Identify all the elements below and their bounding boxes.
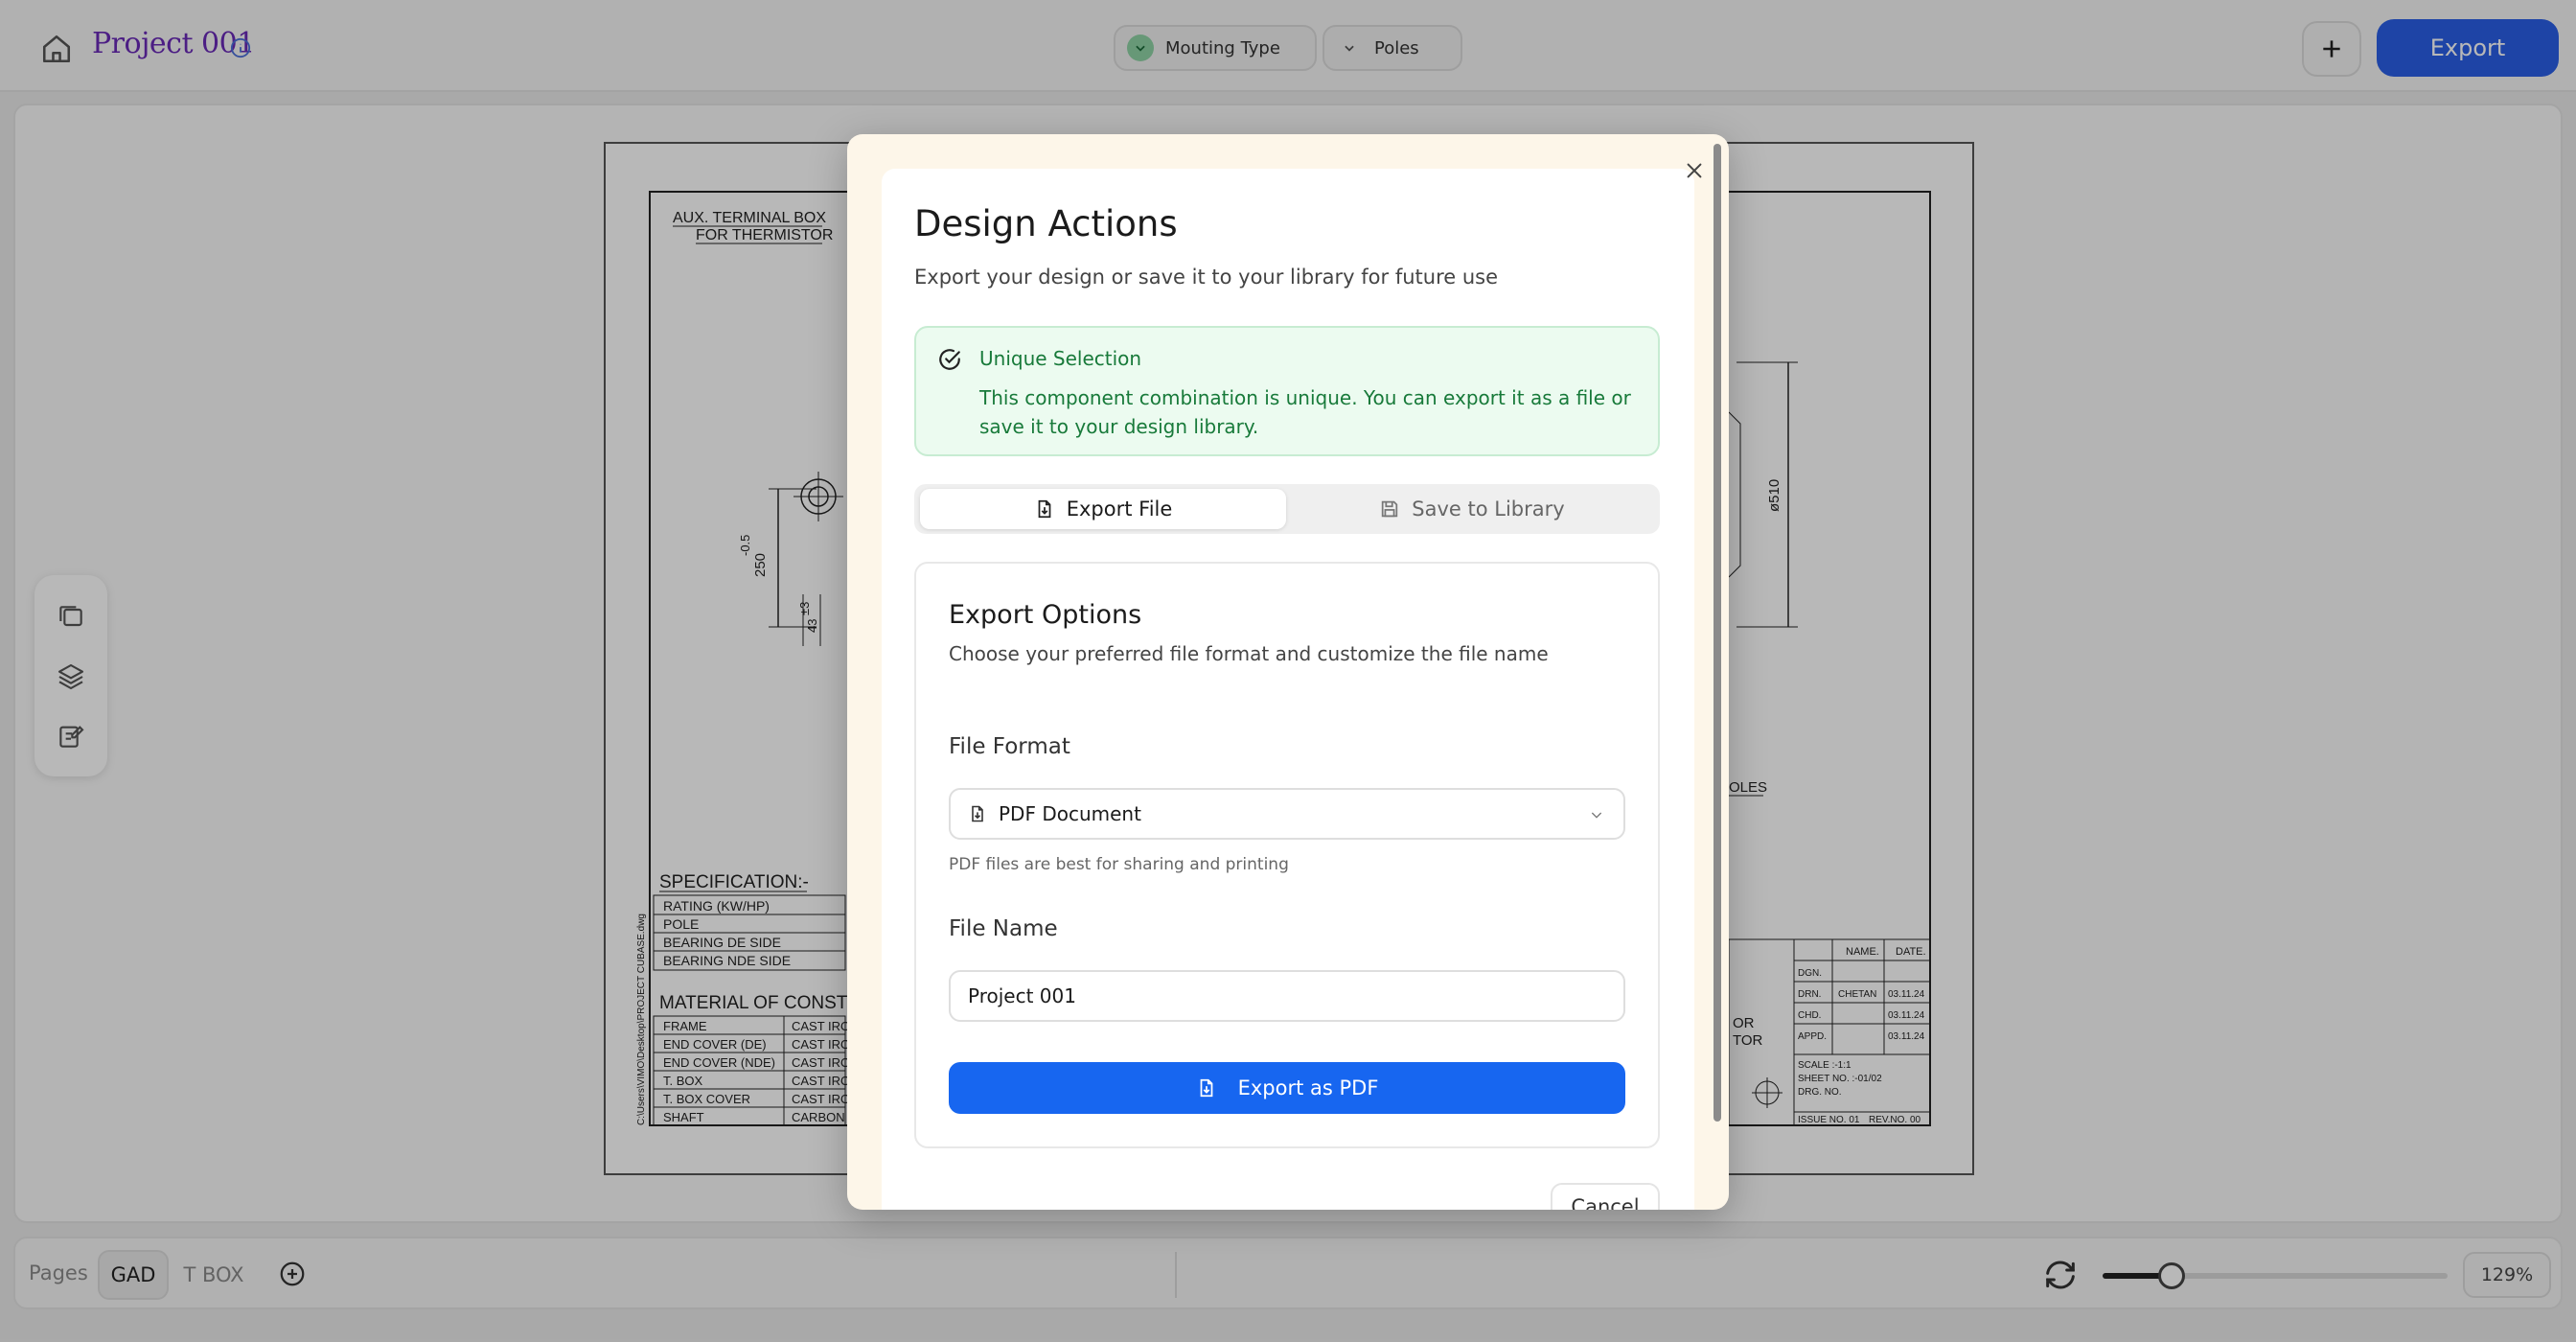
modal-subtitle: Export your design or save it to your li… — [914, 266, 1499, 289]
modal-scrollbar[interactable] — [1714, 144, 1721, 1122]
design-actions-modal: Design Actions Export your design or sav… — [847, 134, 1729, 1210]
modal-title: Design Actions — [914, 203, 1178, 244]
file-format-value: PDF Document — [999, 802, 1141, 825]
save-icon — [1382, 500, 1398, 518]
tab-export-file[interactable]: Export File — [920, 489, 1286, 529]
unique-selection-alert: Unique Selection This component combinat… — [914, 326, 1660, 456]
file-format-hint: PDF files are best for sharing and print… — [949, 855, 1289, 874]
file-icon — [972, 805, 983, 822]
check-circle-icon — [937, 347, 962, 372]
export-options-card: Export Options Choose your preferred fil… — [914, 562, 1660, 1148]
file-name-input[interactable]: Project 001 — [949, 970, 1625, 1022]
export-options-subtitle: Choose your preferred file format and cu… — [949, 642, 1549, 665]
export-as-pdf-button[interactable]: Export as PDF — [949, 1062, 1625, 1114]
file-name-label: File Name — [949, 916, 1058, 941]
file-export-icon — [1038, 499, 1051, 519]
export-button-label: Export as PDF — [1237, 1076, 1379, 1099]
cancel-button[interactable]: Cancel — [1551, 1183, 1660, 1210]
alert-description: This component combination is unique. Yo… — [979, 386, 1631, 438]
close-icon[interactable] — [1677, 153, 1712, 188]
file-format-select[interactable]: PDF Document — [949, 788, 1625, 840]
export-options-title: Export Options — [949, 600, 1142, 630]
alert-title: Unique Selection — [979, 347, 1142, 370]
tab-label: Save to Library — [1412, 497, 1565, 521]
file-export-icon — [1200, 1078, 1212, 1098]
tab-save-to-library[interactable]: Save to Library — [1290, 489, 1654, 529]
chevron-down-icon — [1591, 812, 1602, 819]
file-format-label: File Format — [949, 734, 1070, 759]
action-tabs: Export File Save to Library — [914, 484, 1660, 534]
tab-label: Export File — [1066, 497, 1173, 521]
